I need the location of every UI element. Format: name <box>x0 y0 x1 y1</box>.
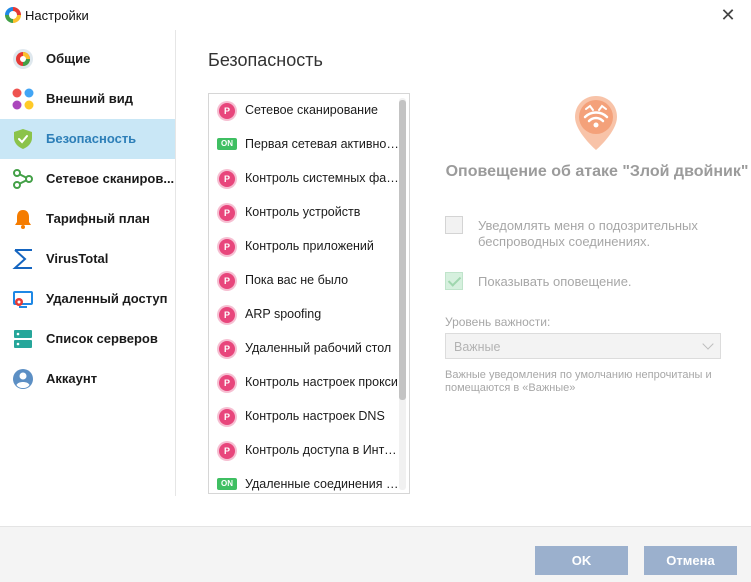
close-icon[interactable]: ✕ <box>717 4 739 26</box>
list-item-label: Контроль настроек прокси <box>245 375 398 389</box>
list-item[interactable]: P Контроль устройств <box>209 196 399 230</box>
premium-badge-icon: P <box>219 205 235 221</box>
premium-badge-icon: P <box>219 307 235 323</box>
list-item-label: Удаленный рабочий стол <box>245 341 392 355</box>
sidebar-item-general[interactable]: Общие <box>0 39 175 79</box>
list-item-label: Контроль настроек DNS <box>245 409 385 423</box>
premium-badge-icon: P <box>219 103 235 119</box>
sidebar-item-remote-access[interactable]: Удаленный доступ <box>0 279 175 319</box>
sidebar-item-label: Аккаунт <box>46 371 98 386</box>
list-item[interactable]: P Пока вас не было <box>209 264 399 298</box>
sidebar-item-label: Тарифный план <box>46 211 150 226</box>
sidebar-item-label: Безопасность <box>46 131 137 146</box>
sidebar-item-appearance[interactable]: Внешний вид <box>0 79 175 119</box>
appearance-icon <box>12 88 34 110</box>
security-feature-list[interactable]: P Сетевое сканирование ON Первая сетевая… <box>208 93 410 494</box>
list-item[interactable]: P Контроль настроек DNS <box>209 400 399 434</box>
list-item[interactable]: P ARP spoofing <box>209 298 399 332</box>
list-item[interactable]: P Контроль системных файлов <box>209 162 399 196</box>
sidebar-item-account[interactable]: Аккаунт <box>0 359 175 399</box>
premium-badge-icon: P <box>219 409 235 425</box>
account-icon <box>13 369 33 389</box>
list-item[interactable]: P Сетевое сканирование <box>209 94 399 128</box>
sidebar-item-label: Сетевое сканиров... <box>46 171 175 186</box>
list-item-label: Контроль устройств <box>245 205 361 219</box>
sidebar: Общие Внешний вид Безопасность Сетевое с… <box>0 30 176 496</box>
list-item-label: Контроль доступа в Интернет <box>245 443 399 457</box>
app-logo-icon <box>5 7 21 23</box>
sidebar-item-virustotal[interactable]: VirusTotal <box>0 239 175 279</box>
on-badge-icon: ON <box>217 138 237 150</box>
on-badge-icon: ON <box>217 478 237 490</box>
sidebar-item-network-scan[interactable]: Сетевое сканиров... <box>0 159 175 199</box>
chevron-down-icon <box>702 338 714 350</box>
general-icon <box>13 49 33 69</box>
premium-badge-icon: P <box>219 273 235 289</box>
list-item[interactable]: P Контроль доступа в Интернет <box>209 434 399 468</box>
notify-checkbox[interactable] <box>445 216 463 234</box>
scrollbar-thumb[interactable] <box>399 100 406 400</box>
list-item[interactable]: ON Первая сетевая активность <box>209 128 399 162</box>
importance-select[interactable]: Важные <box>445 333 721 359</box>
sidebar-item-label: Общие <box>46 51 91 66</box>
show-alert-checkbox-label: Показывать оповещение. <box>478 274 632 289</box>
premium-badge-icon: P <box>219 443 235 459</box>
list-item-label: Первая сетевая активность <box>245 137 399 151</box>
sidebar-item-label: Внешний вид <box>46 91 133 106</box>
importance-select-value: Важные <box>454 340 501 354</box>
premium-badge-icon: P <box>219 341 235 357</box>
remote-access-icon <box>13 291 33 308</box>
list-item-label: Сетевое сканирование <box>245 103 379 117</box>
bell-icon <box>15 210 31 229</box>
list-item-label: Удаленные соединения G... <box>245 477 399 491</box>
premium-badge-icon: P <box>219 171 235 187</box>
dialog-footer: OK Отмена <box>0 526 751 582</box>
list-item[interactable]: ON Удаленные соединения G... <box>209 468 399 493</box>
sidebar-item-plan[interactable]: Тарифный план <box>0 199 175 239</box>
list-item[interactable]: P Контроль настроек прокси <box>209 366 399 400</box>
show-alert-checkbox[interactable] <box>445 272 463 290</box>
page-title: Безопасность <box>208 50 323 70</box>
detail-title: Оповещение об атаке "Злой двойник" <box>445 163 749 180</box>
title-bar: Настройки ✕ <box>0 0 751 30</box>
cancel-button[interactable]: Отмена <box>644 546 737 575</box>
notify-checkbox-label: Уведомлять меня о подозрительных беспров… <box>478 218 698 249</box>
sidebar-item-security[interactable]: Безопасность <box>0 119 175 159</box>
window-title: Настройки <box>25 8 89 23</box>
list-item-label: Контроль системных файлов <box>245 171 399 185</box>
list-item[interactable]: P Удаленный рабочий стол <box>209 332 399 366</box>
virustotal-icon <box>12 249 32 269</box>
sidebar-item-label: VirusTotal <box>46 251 109 266</box>
sidebar-item-label: Список серверов <box>46 331 158 346</box>
list-item[interactable]: P Контроль приложений <box>209 230 399 264</box>
evil-twin-wifi-icon <box>575 96 617 150</box>
shield-icon <box>14 129 32 149</box>
sidebar-item-servers[interactable]: Список серверов <box>0 319 175 359</box>
premium-badge-icon: P <box>219 239 235 255</box>
sidebar-item-label: Удаленный доступ <box>46 291 168 306</box>
list-item-label: Контроль приложений <box>245 239 374 253</box>
list-item-label: ARP spoofing <box>245 307 322 321</box>
network-scan-icon <box>13 169 33 189</box>
importance-hint: Важные уведомления по умолчанию непрочит… <box>445 369 712 394</box>
list-item-label: Пока вас не было <box>245 273 349 287</box>
servers-icon <box>14 330 32 348</box>
settings-window: Настройки ✕ Общие Внешний вид Безопаснос… <box>0 0 751 582</box>
ok-button[interactable]: OK <box>535 546 628 575</box>
importance-label: Уровень важности: <box>445 315 551 329</box>
premium-badge-icon: P <box>219 375 235 391</box>
